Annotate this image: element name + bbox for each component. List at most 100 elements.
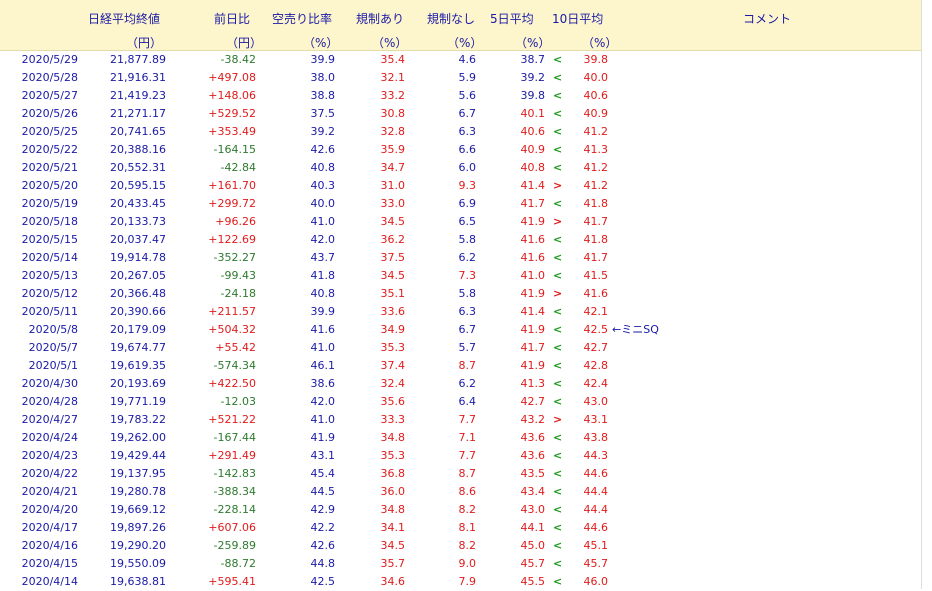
header-change: 前日比 <box>214 12 251 26</box>
cell-unregulated: 4.6 <box>458 53 477 66</box>
cell-regulated: 30.8 <box>380 107 406 120</box>
cell-compare-symbol: < <box>553 485 563 498</box>
cell-regulated: 37.4 <box>380 359 406 372</box>
table-row: 2020/5/13 20,267.05 -99.43 41.8 34.5 7.3 41.0 4… <box>0 267 922 285</box>
cell-short-ratio: 39.9 <box>310 53 336 66</box>
cell-date: 2020/4/30 <box>21 377 78 390</box>
cell-avg10: 43.0 <box>583 395 609 408</box>
cell-date: 2020/5/25 <box>21 125 78 138</box>
cell-unregulated: 7.1 <box>458 431 477 444</box>
unit-pct-regulated: （%） <box>372 36 408 50</box>
cell-compare-symbol: > <box>553 287 563 300</box>
cell-avg10: 41.2 <box>583 161 609 174</box>
cell-change: -42.84 <box>220 161 256 174</box>
cell-compare-symbol: < <box>553 53 563 66</box>
cell-avg10: 41.7 <box>583 215 609 228</box>
cell-avg5: 39.8 <box>520 89 546 102</box>
cell-avg10: 42.4 <box>583 377 609 390</box>
cell-regulated: 36.2 <box>380 233 406 246</box>
cell-regulated: 34.7 <box>380 161 406 174</box>
cell-close: 19,550.09 <box>110 557 166 570</box>
cell-avg10: 41.7 <box>583 251 609 264</box>
cell-change: -142.83 <box>213 467 256 480</box>
cell-regulated: 35.1 <box>380 287 406 300</box>
table-row: 2020/5/11 20,390.66 +211.57 39.9 33.6 6.3 41.4… <box>0 303 922 321</box>
cell-avg10: 40.9 <box>583 107 609 120</box>
cell-change: +353.49 <box>208 125 256 138</box>
cell-avg5: 39.2 <box>520 71 546 84</box>
cell-change: -259.89 <box>213 539 256 552</box>
cell-regulated: 34.1 <box>380 521 406 534</box>
cell-close: 21,419.23 <box>110 89 166 102</box>
table-row: 2020/4/17 19,897.26 +607.06 42.2 34.1 8.1 44.1… <box>0 519 922 537</box>
cell-compare-symbol: < <box>553 395 563 408</box>
cell-short-ratio: 42.6 <box>310 143 336 156</box>
cell-regulated: 32.1 <box>380 71 406 84</box>
cell-avg5: 43.0 <box>520 503 546 516</box>
cell-avg5: 42.7 <box>520 395 546 408</box>
cell-short-ratio: 41.0 <box>310 413 336 426</box>
cell-date: 2020/5/12 <box>21 287 78 300</box>
table-row: 2020/4/24 19,262.00 -167.44 41.9 34.8 7.1 43.6… <box>0 429 922 447</box>
cell-compare-symbol: < <box>553 503 563 516</box>
cell-regulated: 32.8 <box>380 125 406 138</box>
cell-short-ratio: 42.5 <box>310 575 336 588</box>
cell-avg10: 41.3 <box>583 143 609 156</box>
table-row: 2020/4/14 19,638.81 +595.41 42.5 34.6 7.9 45.5… <box>0 573 922 591</box>
cell-avg5: 41.4 <box>520 179 546 192</box>
header-unregulated: 規制なし <box>427 12 476 26</box>
cell-close: 20,390.66 <box>110 305 166 318</box>
cell-change: -352.27 <box>213 251 256 264</box>
cell-unregulated: 9.0 <box>458 557 477 570</box>
header-nikkei-close: 日経平均終値 <box>88 12 161 26</box>
cell-date: 2020/5/11 <box>21 305 78 318</box>
cell-short-ratio: 40.0 <box>310 197 336 210</box>
cell-close: 19,429.44 <box>110 449 166 462</box>
table-header: 日経平均終値 前日比 空売り比率 規制あり 規制なし 5日平均 10日平均 コメ… <box>0 0 922 51</box>
table-row: 2020/5/29 21,877.89 -38.42 39.9 35.4 4.6 38.7 3… <box>0 51 922 69</box>
cell-change: -388.34 <box>213 485 256 498</box>
unit-yen-change: （円） <box>226 36 263 50</box>
unit-pct-avg10: （%） <box>582 36 618 50</box>
table-row: 2020/5/21 20,552.31 -42.84 40.8 34.7 6.0 40.8 4… <box>0 159 922 177</box>
cell-compare-symbol: < <box>553 161 563 174</box>
cell-unregulated: 7.3 <box>458 269 477 282</box>
cell-regulated: 34.5 <box>380 269 406 282</box>
cell-close: 20,267.05 <box>110 269 166 282</box>
table-row: 2020/5/26 21,271.17 +529.52 37.5 30.8 6.7 40.1… <box>0 105 922 123</box>
cell-short-ratio: 44.8 <box>310 557 336 570</box>
cell-short-ratio: 40.8 <box>310 287 336 300</box>
scrollbar-track[interactable] <box>921 0 932 589</box>
unit-pct-unregulated: （%） <box>447 36 483 50</box>
cell-compare-symbol: < <box>553 323 563 336</box>
cell-unregulated: 5.7 <box>458 341 477 354</box>
cell-close: 19,914.78 <box>110 251 166 264</box>
cell-unregulated: 6.2 <box>458 377 477 390</box>
cell-short-ratio: 41.9 <box>310 431 336 444</box>
cell-avg10: 42.7 <box>583 341 609 354</box>
cell-date: 2020/4/14 <box>21 575 78 588</box>
cell-avg10: 41.2 <box>583 179 609 192</box>
cell-unregulated: 8.6 <box>458 485 477 498</box>
cell-short-ratio: 41.0 <box>310 341 336 354</box>
cell-avg10: 44.3 <box>583 449 609 462</box>
cell-date: 2020/5/28 <box>21 71 78 84</box>
cell-short-ratio: 43.7 <box>310 251 336 264</box>
cell-change: +161.70 <box>208 179 256 192</box>
cell-date: 2020/5/22 <box>21 143 78 156</box>
cell-change: +607.06 <box>208 521 256 534</box>
cell-avg5: 44.1 <box>520 521 546 534</box>
cell-unregulated: 7.7 <box>458 413 477 426</box>
cell-avg5: 45.0 <box>520 539 546 552</box>
cell-change: -574.34 <box>213 359 256 372</box>
cell-unregulated: 8.2 <box>458 503 477 516</box>
table-row: 2020/5/14 19,914.78 -352.27 43.7 37.5 6.2 41.6… <box>0 249 922 267</box>
cell-close: 19,262.00 <box>110 431 166 444</box>
cell-short-ratio: 38.6 <box>310 377 336 390</box>
data-table: 2020/5/29 21,877.89 -38.42 39.9 35.4 4.6 38.7 3… <box>0 51 922 591</box>
header-regulated: 規制あり <box>356 12 405 26</box>
cell-regulated: 34.9 <box>380 323 406 336</box>
cell-regulated: 34.5 <box>380 215 406 228</box>
cell-avg5: 41.3 <box>520 377 546 390</box>
cell-change: +211.57 <box>208 305 256 318</box>
